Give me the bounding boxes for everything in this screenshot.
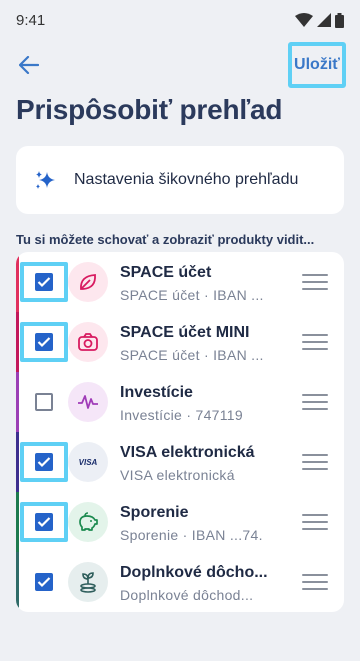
visa-card-icon: VISA (68, 442, 108, 482)
pulse-icon (68, 382, 108, 422)
row-accent (16, 372, 19, 432)
check-icon (37, 457, 51, 468)
top-app-bar: Uložiť (0, 42, 360, 88)
product-row-visa[interactable]: VISA VISA elektronická VISA elektronická (16, 432, 344, 492)
product-subtitle: SPACE účet · IBAN ... (120, 347, 264, 363)
page-title: Prispôsobiť prehľad (16, 94, 283, 125)
section-label: Tu si môžete schovať a zobraziť produkty… (16, 232, 315, 247)
back-button[interactable] (14, 50, 44, 80)
row-accent (16, 432, 19, 492)
product-name: Sporenie (120, 504, 189, 521)
product-subtitle: SPACE účet · IBAN ... (120, 287, 264, 303)
row-accent (16, 312, 19, 372)
product-checkbox[interactable] (20, 382, 68, 422)
row-accent (16, 492, 19, 552)
drag-handle[interactable] (302, 274, 328, 290)
piggy-bank-icon (68, 502, 108, 542)
product-subtitle: Sporenie · IBAN ...74. (120, 527, 263, 543)
product-checkbox[interactable] (20, 442, 68, 482)
drag-handle[interactable] (302, 514, 328, 530)
product-row-pension[interactable]: Doplnkové dôcho... Doplnkové dôchod... (16, 552, 344, 612)
signal-icon (317, 13, 331, 27)
product-name: SPACE účet (120, 264, 212, 281)
sparkle-icon (36, 171, 55, 189)
check-icon (37, 577, 51, 588)
status-bar: 9:41 (0, 0, 360, 40)
product-subtitle: Investície · 747119 (120, 407, 243, 423)
product-row-space[interactable]: SPACE účet SPACE účet · IBAN ... (16, 252, 344, 312)
battery-icon (335, 12, 344, 28)
product-checkbox[interactable] (20, 322, 68, 362)
wifi-icon (295, 13, 313, 27)
plant-coins-icon (68, 562, 108, 602)
product-row-space-mini[interactable]: SPACE účet MINI SPACE účet · IBAN ... (16, 312, 344, 372)
arrow-left-icon (19, 56, 39, 74)
check-icon (37, 277, 51, 288)
product-checkbox[interactable] (20, 502, 68, 542)
check-icon (37, 517, 51, 528)
drag-handle[interactable] (302, 394, 328, 410)
product-subtitle: Doplnkové dôchod... (120, 587, 254, 603)
status-time: 9:41 (16, 11, 46, 29)
product-subtitle: VISA elektronická (120, 467, 235, 483)
row-accent (16, 552, 19, 612)
drag-handle[interactable] (302, 454, 328, 470)
product-name: SPACE účet MINI (120, 324, 250, 341)
check-icon (37, 337, 51, 348)
drag-handle[interactable] (302, 334, 328, 350)
status-icons (295, 12, 344, 28)
product-name: Doplnkové dôcho... (120, 564, 268, 581)
drag-handle[interactable] (302, 574, 328, 590)
leaf-icon (68, 262, 108, 302)
smart-overview-settings-label: Nastavenia šikovného prehľadu (74, 171, 299, 188)
product-row-savings[interactable]: Sporenie Sporenie · IBAN ...74. (16, 492, 344, 552)
product-list: SPACE účet SPACE účet · IBAN ... SPACE ú… (16, 252, 344, 612)
product-name: Investície (120, 384, 193, 401)
product-row-investments[interactable]: Investície Investície · 747119 (16, 372, 344, 432)
product-checkbox[interactable] (20, 562, 68, 602)
smart-overview-settings-card[interactable]: Nastavenia šikovného prehľadu (16, 146, 344, 214)
product-checkbox[interactable] (20, 262, 68, 302)
save-button[interactable]: Uložiť (288, 42, 346, 88)
camera-icon (68, 322, 108, 362)
row-accent (16, 252, 19, 312)
product-name: VISA elektronická (120, 444, 255, 461)
